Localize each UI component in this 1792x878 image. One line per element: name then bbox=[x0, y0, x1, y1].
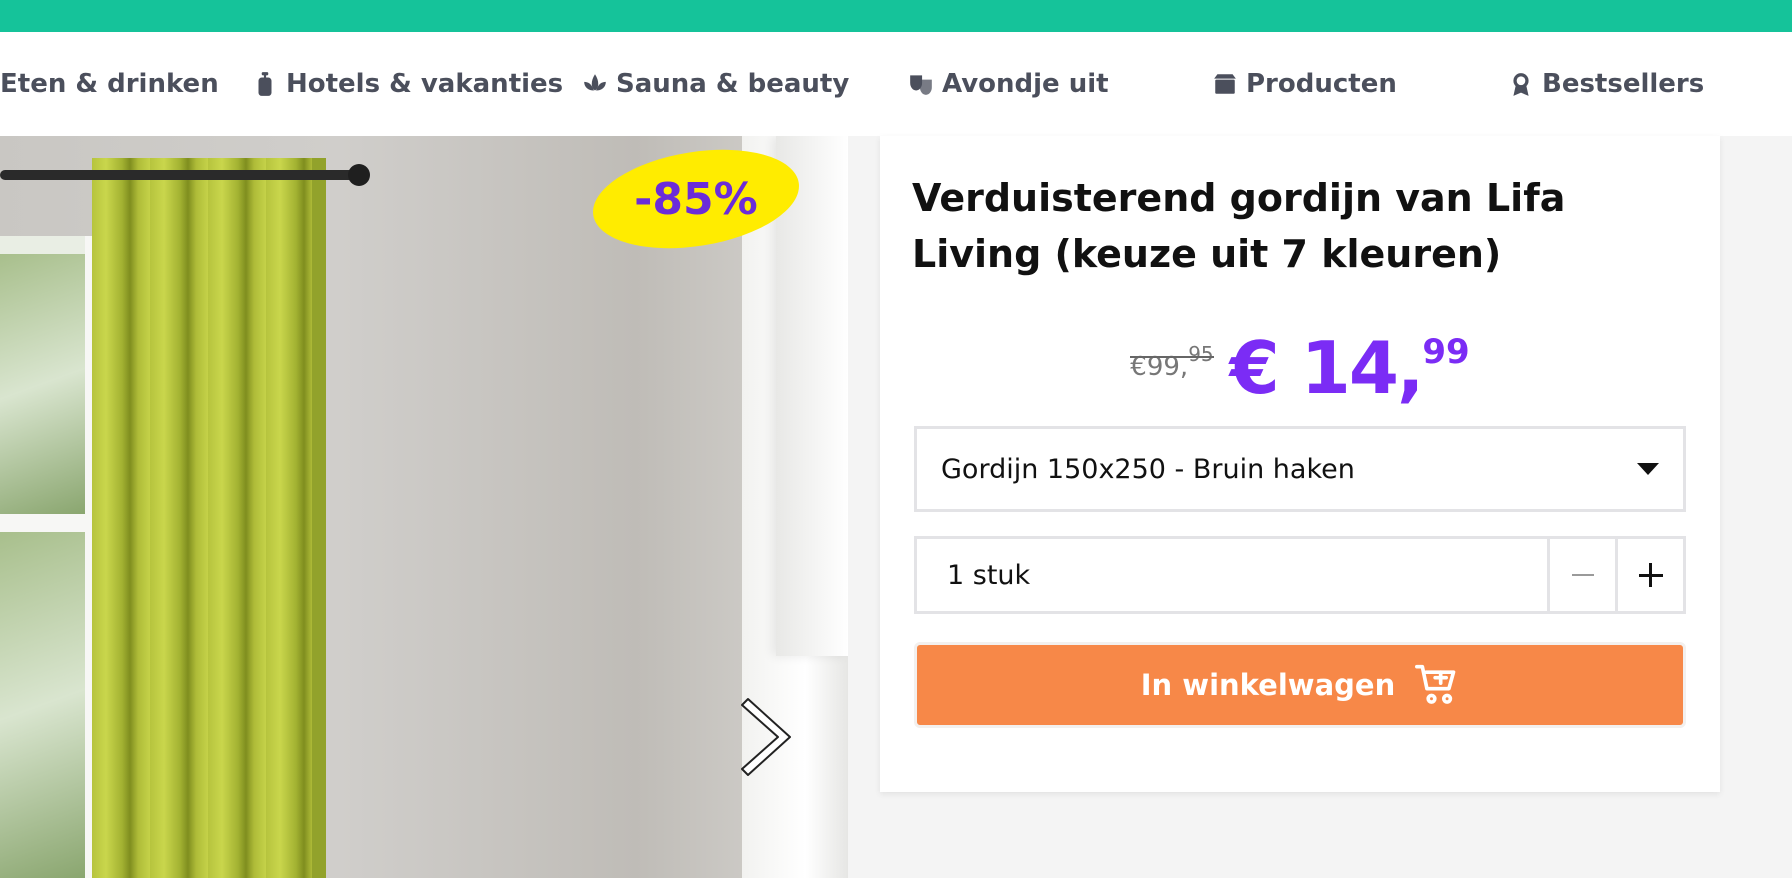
old-price: €99,95 bbox=[1130, 342, 1214, 382]
curtain-illustration bbox=[92, 158, 322, 878]
blind-illustration bbox=[776, 136, 848, 656]
quantity-value: 1 stuk bbox=[947, 559, 1031, 591]
chevron-right-icon[interactable] bbox=[740, 695, 796, 779]
new-price: € 14,99 bbox=[1229, 326, 1470, 410]
nav-item-label: Eten & drinken bbox=[0, 69, 219, 99]
nav-item-label: Sauna & beauty bbox=[616, 69, 850, 99]
decrease-quantity-button[interactable] bbox=[1547, 539, 1615, 611]
lotus-icon bbox=[584, 74, 606, 91]
add-to-cart-label: In winkelwagen bbox=[1140, 668, 1396, 702]
nav-item-avondje-uit[interactable]: Avondje uit bbox=[908, 32, 1109, 136]
nav-item-label: Hotels & vakanties bbox=[286, 69, 564, 99]
box-icon bbox=[1214, 74, 1236, 94]
shopping-cart-icon bbox=[1415, 664, 1456, 704]
quantity-stepper: 1 stuk bbox=[914, 536, 1686, 614]
product-panel: Verduisterend gordijn van Lifa Living (k… bbox=[880, 136, 1720, 792]
discount-label: -85% bbox=[634, 173, 758, 225]
nav-item-label: Avondje uit bbox=[942, 69, 1109, 99]
nav-item-bestsellers[interactable]: Bestsellers bbox=[1508, 32, 1704, 136]
nav-item-sauna-beauty[interactable]: Sauna & beauty bbox=[582, 32, 849, 136]
product-title: Verduisterend gordijn van Lifa Living (k… bbox=[912, 176, 1566, 276]
nav-item-eten-drinken[interactable]: Eten & drinken bbox=[0, 32, 219, 136]
product-image[interactable] bbox=[0, 136, 848, 878]
nav-item-label: Producten bbox=[1246, 69, 1397, 99]
category-nav: Eten & drinken Hotels & vakanties Sauna … bbox=[0, 32, 1792, 136]
variant-select[interactable]: Gordijn 150x250 - Bruin haken bbox=[914, 426, 1686, 512]
increase-quantity-button[interactable] bbox=[1615, 539, 1683, 611]
top-accent-bar bbox=[0, 0, 1792, 32]
caret-down-icon bbox=[1637, 463, 1659, 475]
nav-item-label: Bestsellers bbox=[1542, 69, 1705, 99]
variant-selected-value: Gordijn 150x250 - Bruin haken bbox=[941, 453, 1355, 485]
curtain-rod bbox=[0, 170, 360, 180]
theater-masks-icon bbox=[910, 75, 932, 95]
nav-item-hotels-vakanties[interactable]: Hotels & vakanties bbox=[252, 32, 563, 136]
nav-item-producten[interactable]: Producten bbox=[1212, 32, 1397, 136]
add-to-cart-button[interactable]: In winkelwagen bbox=[914, 642, 1686, 728]
minus-icon bbox=[1571, 574, 1594, 576]
price-row: €99,95 € 14,99 bbox=[880, 312, 1720, 408]
award-icon bbox=[1513, 73, 1529, 96]
suitcase-icon bbox=[258, 72, 272, 96]
window-illustration bbox=[0, 236, 95, 878]
